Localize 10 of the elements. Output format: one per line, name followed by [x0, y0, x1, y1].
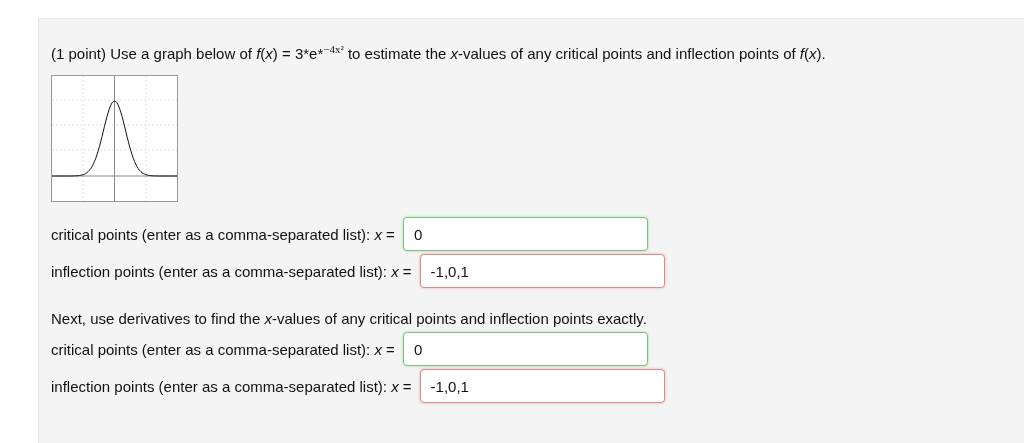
answer-label: inflection points (enter as a comma-separated list): x = [51, 377, 412, 395]
answer-label: inflection points (enter as a comma-separated list): x = [51, 262, 412, 280]
answer-label: critical points (enter as a comma-separated list): x = [51, 340, 395, 358]
answer-field[interactable]: -1,0,1 [419, 369, 665, 403]
answer-label: critical points (enter as a comma-separated list): x = [51, 225, 395, 243]
answer-field[interactable]: 0 [402, 217, 648, 251]
answer-field[interactable]: -1,0,1 [419, 254, 665, 288]
answer-field[interactable]: 0 [402, 332, 648, 366]
instruction-text: Next, use derivatives to find the x-values of any critical points and inflection points exactly. [51, 309, 648, 329]
problem-text: (1 point) Use a graph below of f(x) = 3*e*$^{−4x²}$ to estimate the x-values of any critical points and inflection points of f(x). [51, 42, 827, 64]
